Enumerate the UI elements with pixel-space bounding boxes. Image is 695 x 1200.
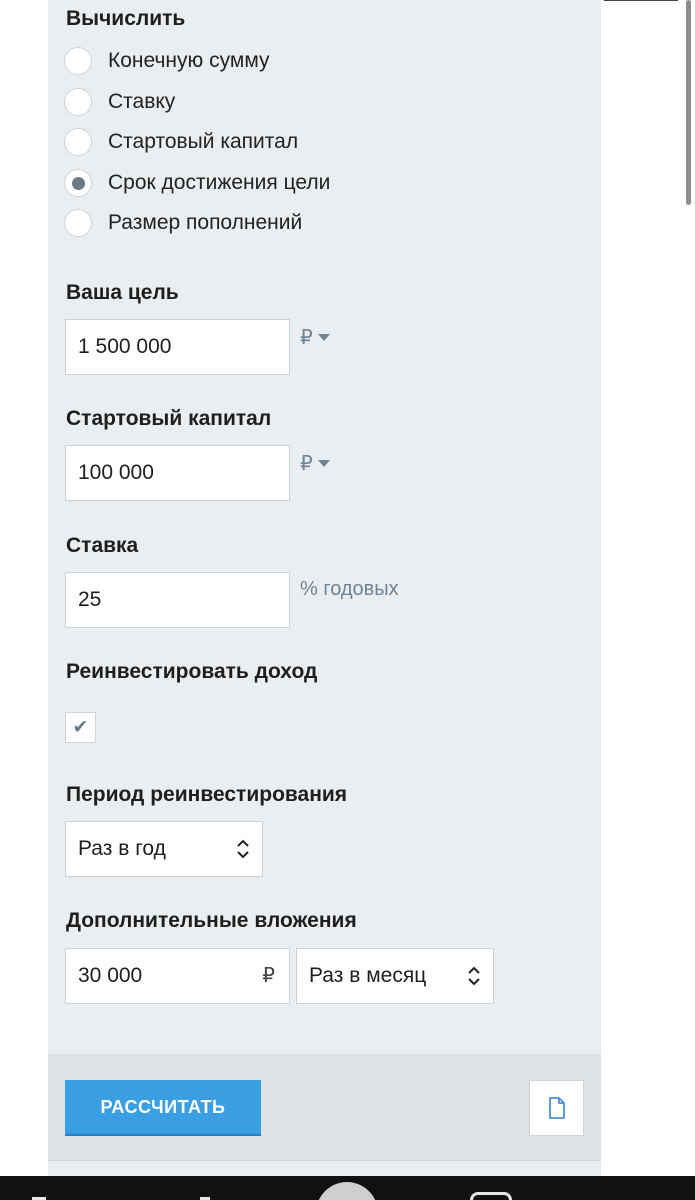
option-deposit-size[interactable]: Размер пополнений (64, 207, 302, 239)
rate-input[interactable]: 25 (65, 572, 290, 628)
check-icon: ✔ (72, 717, 89, 738)
document-button[interactable] (529, 1080, 584, 1136)
reinvest-label: Реинвестировать доход (66, 660, 318, 683)
radio-button[interactable] (64, 47, 92, 75)
updown-chevron-icon (237, 839, 249, 859)
system-nav-bar (0, 1176, 695, 1200)
option-label: Срок достижения цели (108, 171, 331, 194)
additional-amount-value: 30 000 (78, 964, 143, 987)
radio-button[interactable] (64, 128, 92, 156)
start-currency-dropdown[interactable]: ₽ (300, 451, 330, 476)
home-icon[interactable] (316, 1182, 378, 1200)
reinvest-period-select[interactable]: Раз в год (65, 821, 263, 877)
caret-down-icon (317, 460, 330, 467)
caret-down-icon (317, 334, 330, 341)
scrollbar-thumb[interactable] (686, 0, 691, 205)
start-capital-input[interactable]: 100 000 (65, 445, 290, 501)
goal-label: Ваша цель (66, 281, 179, 304)
currency-symbol: ₽ (300, 453, 313, 475)
calculate-heading: Вычислить (66, 7, 186, 30)
reinvest-checkbox[interactable]: ✔ (65, 712, 96, 743)
select-value: Раз в год (78, 837, 166, 860)
select-value: Раз в месяц (309, 964, 427, 987)
goal-input[interactable]: 1 500 000 (65, 319, 290, 375)
option-label: Конечную сумму (108, 49, 270, 72)
additional-label: Дополнительные вложения (66, 909, 357, 932)
option-label: Ставку (108, 90, 176, 113)
rate-label: Ставка (66, 534, 139, 557)
additional-frequency-select[interactable]: Раз в месяц (296, 948, 494, 1004)
option-rate[interactable]: Ставку (64, 86, 175, 118)
updown-chevron-icon (468, 966, 480, 986)
document-icon (548, 1097, 565, 1119)
tabs-icon[interactable] (470, 1192, 512, 1200)
divider (48, 1160, 601, 1161)
calculate-button[interactable]: РАССЧИТАТЬ (65, 1080, 261, 1136)
divider (604, 0, 684, 1)
radio-button[interactable] (64, 209, 92, 237)
additional-amount-input[interactable]: 30 000 ₽ (65, 948, 290, 1004)
option-final-sum[interactable]: Конечную сумму (64, 45, 270, 77)
goal-currency-dropdown[interactable]: ₽ (300, 325, 330, 350)
option-label: Стартовый капитал (108, 130, 299, 153)
option-start-capital[interactable]: Стартовый капитал (64, 126, 298, 158)
option-label: Размер пополнений (108, 211, 303, 234)
radio-button-selected[interactable] (64, 169, 92, 197)
option-goal-term[interactable]: Срок достижения цели (64, 167, 330, 199)
rate-unit: % годовых (300, 578, 399, 600)
radio-button[interactable] (64, 88, 92, 116)
currency-symbol: ₽ (300, 327, 313, 349)
start-capital-label: Стартовый капитал (66, 407, 272, 430)
currency-symbol: ₽ (262, 965, 275, 987)
reinvest-period-label: Период реинвестирования (66, 783, 348, 806)
